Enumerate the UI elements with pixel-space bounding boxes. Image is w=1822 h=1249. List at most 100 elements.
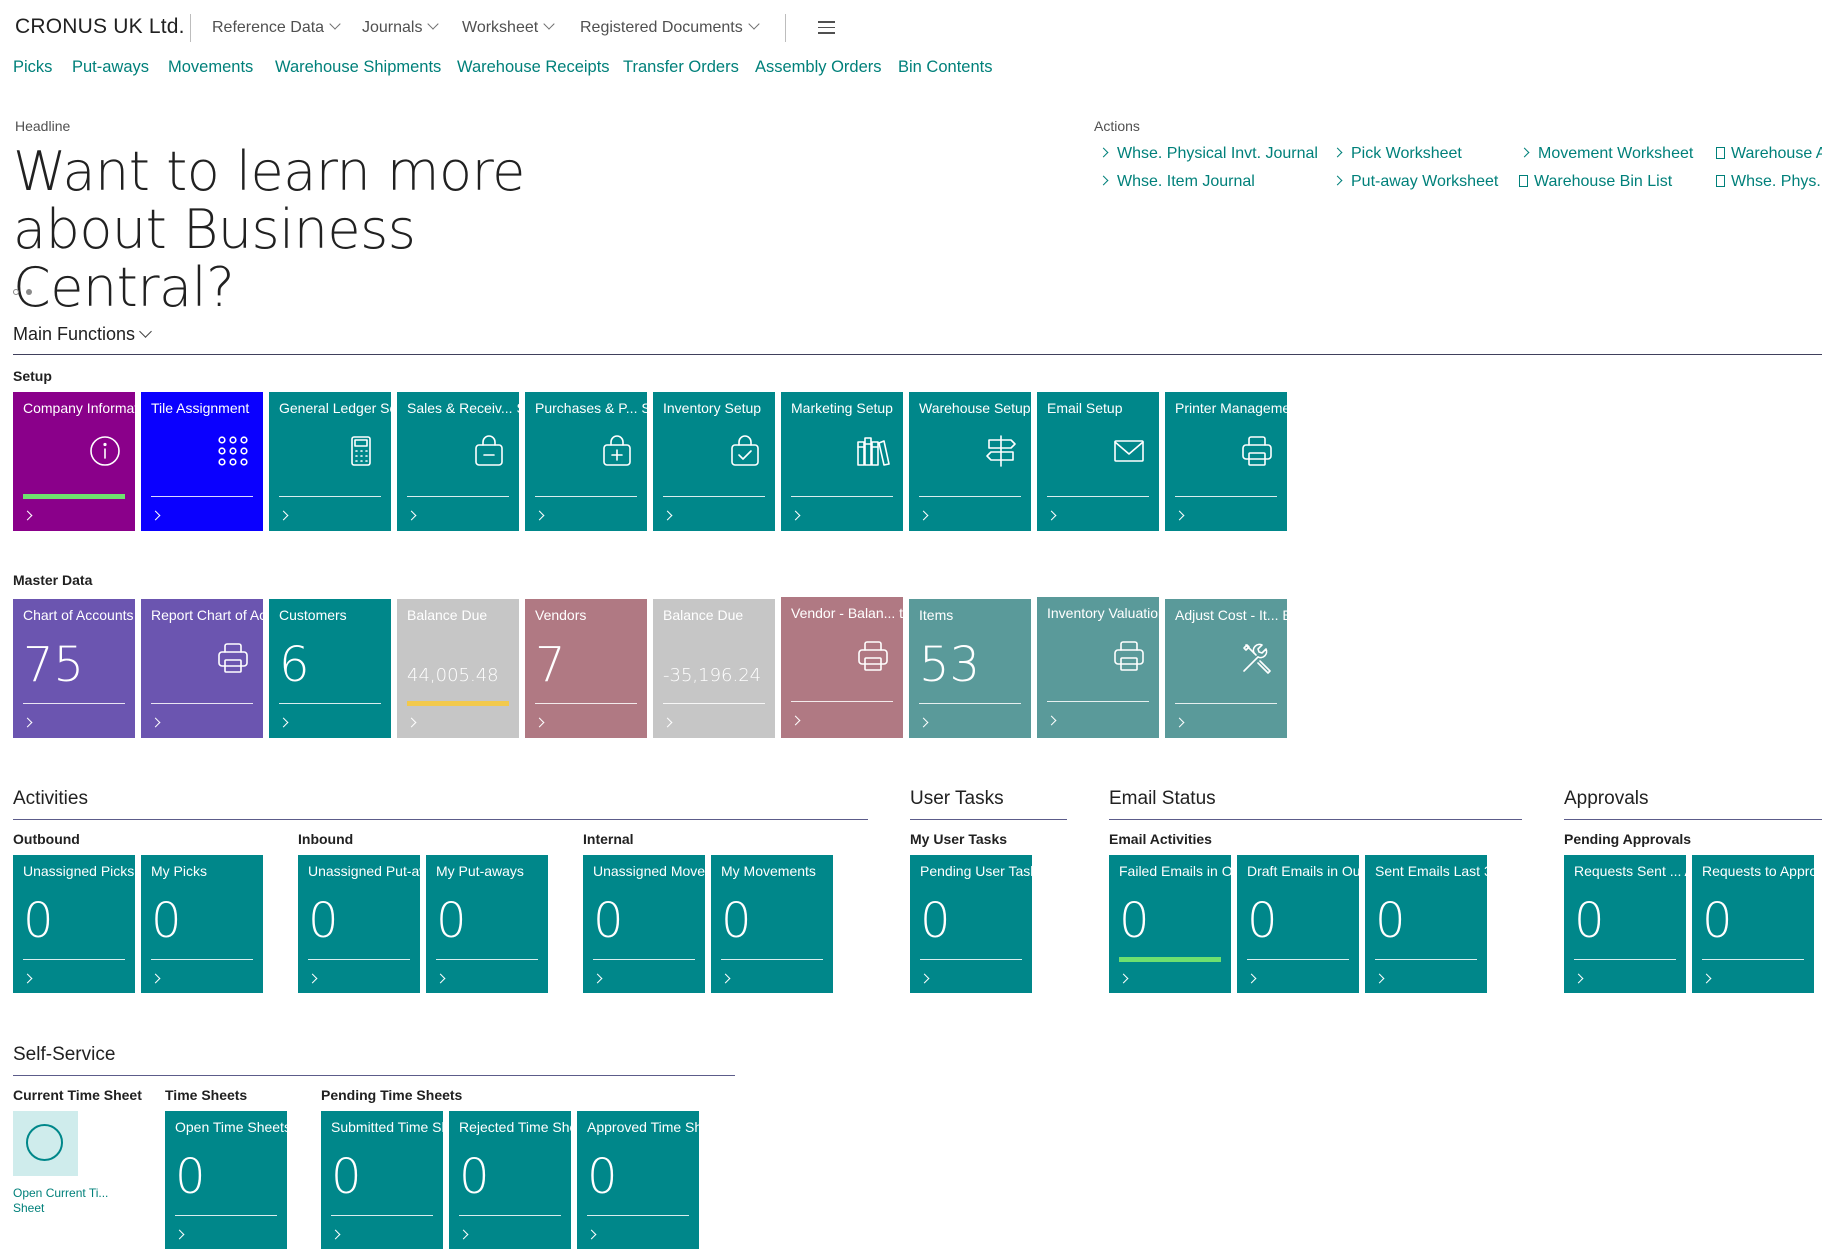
tile-approved-time-sheets[interactable]: Approved Time Sheets 0 xyxy=(577,1111,699,1249)
tile-divider xyxy=(587,1215,689,1216)
menu-worksheet[interactable]: Worksheet xyxy=(462,18,555,37)
tile-my-picks[interactable]: My Picks 0 xyxy=(141,855,263,993)
tile-value: 0 xyxy=(1702,893,1733,949)
tile-value: 0 xyxy=(587,1149,618,1205)
menu-registered-documents[interactable]: Registered Documents xyxy=(580,18,760,37)
company-name[interactable]: CRONUS UK Ltd. xyxy=(15,15,185,39)
tile-draft-emails-in-outbox[interactable]: Draft Emails in Outbox 0 xyxy=(1237,855,1359,993)
tile-requests-to-approve[interactable]: Requests to Approve 0 xyxy=(1692,855,1814,993)
carousel-dot-active[interactable] xyxy=(26,289,32,295)
tile-balance-due[interactable]: Balance Due 44,005.48 xyxy=(397,599,519,738)
tile-balance-due[interactable]: Balance Due -35,196.24 xyxy=(653,599,775,738)
tile-value: 0 xyxy=(436,893,467,949)
tile-divider xyxy=(23,494,125,499)
tile-tile-assignment[interactable]: Tile Assignment xyxy=(141,392,263,531)
tile-open-time-sheets[interactable]: Open Time Sheets 0 xyxy=(165,1111,287,1249)
header-divider xyxy=(785,14,786,42)
nav-link-warehouse-receipts[interactable]: Warehouse Receipts xyxy=(457,58,610,77)
open-current-time-sheet-link[interactable]: Open Current Ti... Sheet xyxy=(13,1186,113,1216)
tile-rejected-time-sheets[interactable]: Rejected Time Sheets 0 xyxy=(449,1111,571,1249)
tile-divider xyxy=(1247,959,1349,960)
chevron-right-icon xyxy=(1046,510,1057,521)
tile-name: Failed Emails in Outbox xyxy=(1119,863,1231,879)
nav-link-put-aways[interactable]: Put-aways xyxy=(72,58,149,77)
headline-text[interactable]: Want to learn more about Business Centra… xyxy=(13,143,653,317)
tile-name: Unassigned Movements xyxy=(593,863,705,879)
tile-value: 0 xyxy=(23,893,54,949)
tile-chart-of-accounts[interactable]: Chart of Accounts 75 xyxy=(13,599,135,738)
tile-vendors[interactable]: Vendors 7 xyxy=(525,599,647,738)
tile-divider xyxy=(151,703,253,704)
menu-reference-data[interactable]: Reference Data xyxy=(212,18,341,37)
tile-failed-emails-in-outbox[interactable]: Failed Emails in Outbox 0 xyxy=(1109,855,1231,993)
chevron-right-icon xyxy=(1374,973,1385,984)
tile-vendor-balan-to-date[interactable]: Vendor - Balan... to Date xyxy=(781,597,903,738)
chevron-right-icon xyxy=(1519,147,1530,158)
action-whse-physical-invt-journal[interactable]: Whse. Physical Invt. Journal xyxy=(1098,145,1318,163)
tile-customers[interactable]: Customers 6 xyxy=(269,599,391,738)
action-warehouse-bin-list[interactable]: Warehouse Bin List xyxy=(1519,173,1672,191)
section-divider xyxy=(13,819,868,820)
tile-report-chart-of-accounts[interactable]: Report Chart of Accounts xyxy=(141,599,263,738)
pending-time-sheets-label: Pending Time Sheets xyxy=(321,1087,463,1103)
tile-inventory-setup[interactable]: Inventory Setup xyxy=(653,392,775,531)
tile-inventory-valuation[interactable]: Inventory Valuation xyxy=(1037,597,1159,738)
tile-my-movements[interactable]: My Movements 0 xyxy=(711,855,833,993)
action-whse-item-journal[interactable]: Whse. Item Journal xyxy=(1098,173,1255,191)
tile-name: Marketing Setup xyxy=(791,400,893,416)
tile-items[interactable]: Items 53 xyxy=(909,599,1031,738)
tile-name: My Put-aways xyxy=(436,863,524,879)
tile-pending-user-tasks[interactable]: Pending User Tasks 0 xyxy=(910,855,1032,993)
tile-name: Pending User Tasks xyxy=(920,863,1032,879)
carousel-dot[interactable] xyxy=(13,289,19,295)
main-functions-title[interactable]: Main Functions xyxy=(13,324,152,345)
menu-journals[interactable]: Journals xyxy=(362,18,440,37)
tile-unassigned-picks[interactable]: Unassigned Picks 0 xyxy=(13,855,135,993)
tile-my-put-aways[interactable]: My Put-aways 0 xyxy=(426,855,548,993)
tile-email-setup[interactable]: Email Setup xyxy=(1037,392,1159,531)
section-divider xyxy=(910,819,1067,820)
tile-sales-receiv-setup[interactable]: Sales & Receiv... Setup xyxy=(397,392,519,531)
tile-printer-management[interactable]: Printer Management xyxy=(1165,392,1287,531)
action-warehouse-report[interactable]: Warehouse A xyxy=(1716,145,1822,163)
internal-tiles: Unassigned Movements 0 My Movements 0 xyxy=(583,855,839,993)
mail-icon xyxy=(1112,434,1146,468)
tile-divider xyxy=(791,496,893,497)
tile-value: 0 xyxy=(175,1149,206,1205)
tile-company-information[interactable]: Company Information xyxy=(13,392,135,531)
nav-link-warehouse-shipments[interactable]: Warehouse Shipments xyxy=(275,58,441,77)
tile-divider xyxy=(175,1215,277,1216)
nav-link-transfer-orders[interactable]: Transfer Orders xyxy=(623,58,739,77)
calculator-icon xyxy=(344,434,378,468)
tile-sent-emails-last-30-days[interactable]: Sent Emails Last 30 Days 0 xyxy=(1365,855,1487,993)
chevron-right-icon xyxy=(1118,973,1129,984)
action-put-away-worksheet[interactable]: Put-away Worksheet xyxy=(1332,173,1498,191)
tile-marketing-setup[interactable]: Marketing Setup xyxy=(781,392,903,531)
current-time-sheet-tile[interactable] xyxy=(13,1111,78,1176)
tile-general-ledger-setup[interactable]: General Ledger Setup xyxy=(269,392,391,531)
hamburger-menu-icon[interactable] xyxy=(818,21,835,38)
action-pick-worksheet[interactable]: Pick Worksheet xyxy=(1332,145,1462,163)
action-movement-worksheet[interactable]: Movement Worksheet xyxy=(1519,145,1693,163)
tile-requests-sent-approval[interactable]: Requests Sent ... Approval 0 xyxy=(1564,855,1686,993)
tile-submitted-time-sheets[interactable]: Submitted Time Sheets 0 xyxy=(321,1111,443,1249)
tile-adjust-cost-it-entries[interactable]: Adjust Cost - It... Entries xyxy=(1165,599,1287,738)
nav-link-assembly-orders[interactable]: Assembly Orders xyxy=(755,58,882,77)
bag-check-icon xyxy=(728,434,762,468)
actions-label: Actions xyxy=(1094,118,1140,134)
nav-link-bin-contents[interactable]: Bin Contents xyxy=(898,58,992,77)
tile-unassigned-put-aways[interactable]: Unassigned Put-aways 0 xyxy=(298,855,420,993)
inbound-group-label: Inbound xyxy=(298,831,354,847)
nav-link-movements[interactable]: Movements xyxy=(168,58,253,77)
action-whse-phys[interactable]: Whse. Phys. xyxy=(1716,173,1821,191)
tile-divider xyxy=(151,496,253,497)
time-sheets-label: Time Sheets xyxy=(165,1087,248,1103)
chevron-down-icon xyxy=(748,18,760,30)
tile-warehouse-setup[interactable]: Warehouse Setup xyxy=(909,392,1031,531)
tile-value: 53 xyxy=(919,637,981,693)
nav-link-picks[interactable]: Picks xyxy=(13,58,52,77)
tile-unassigned-movements[interactable]: Unassigned Movements 0 xyxy=(583,855,705,993)
tile-divider xyxy=(593,959,695,960)
tile-purchases-p-setup[interactable]: Purchases & P... Setup xyxy=(525,392,647,531)
printer-icon xyxy=(1240,434,1274,468)
